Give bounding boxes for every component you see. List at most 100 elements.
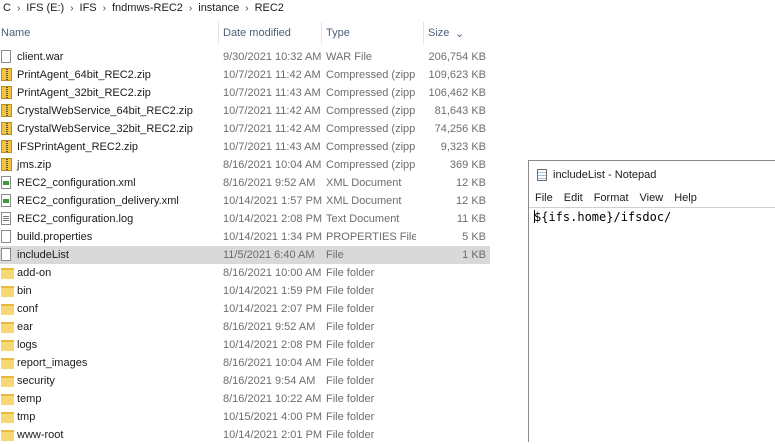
chevron-right-icon[interactable]: › bbox=[100, 3, 109, 14]
file-date-modified: 10/14/2021 1:34 PM bbox=[223, 231, 323, 243]
folder-row[interactable]: www-root 10/14/2021 2:01 PM File folder bbox=[0, 426, 490, 444]
file-row[interactable]: build.properties 10/14/2021 1:34 PM PROPER… bbox=[0, 228, 490, 246]
file-name: REC2_configuration.log bbox=[17, 213, 134, 225]
breadcrumb-item[interactable]: fndmws-REC2 bbox=[109, 2, 186, 14]
column-size[interactable]: Size bbox=[428, 27, 449, 39]
file-name: PrintAgent_64bit_REC2.zip bbox=[17, 69, 151, 81]
menu-format[interactable]: Format bbox=[594, 192, 629, 204]
file-row[interactable]: IFSPrintAgent_REC2.zip 10/7/2021 11:43 AM… bbox=[0, 138, 490, 156]
column-date-modified[interactable]: Date modified bbox=[223, 27, 291, 39]
folder-icon bbox=[1, 430, 14, 441]
file-date-modified: 10/14/2021 1:57 PM bbox=[223, 195, 323, 207]
menu-file[interactable]: File bbox=[535, 192, 553, 204]
file-icon bbox=[1, 230, 11, 243]
menu-edit[interactable]: Edit bbox=[564, 192, 583, 204]
file-date-modified: 10/7/2021 11:42 AM bbox=[223, 123, 321, 135]
file-size: 5 KB bbox=[462, 231, 486, 243]
column-divider[interactable] bbox=[218, 22, 219, 44]
breadcrumb-item[interactable]: IFS (E:) bbox=[23, 2, 67, 14]
menu-help[interactable]: Help bbox=[674, 192, 697, 204]
file-row[interactable]: REC2_configuration.xml 8/16/2021 9:52 AM X… bbox=[0, 174, 490, 192]
file-date-modified: 10/14/2021 2:07 PM bbox=[223, 303, 323, 315]
file-type: WAR File bbox=[326, 51, 373, 63]
file-name: conf bbox=[17, 303, 38, 315]
file-name: ear bbox=[17, 321, 33, 333]
folder-icon bbox=[1, 358, 14, 369]
folder-row[interactable]: logs 10/14/2021 2:08 PM File folder bbox=[0, 336, 490, 354]
file-type: Text Document bbox=[326, 213, 400, 225]
file-date-modified: 8/16/2021 9:52 AM bbox=[223, 177, 316, 189]
file-date-modified: 8/16/2021 10:04 AM bbox=[223, 357, 322, 369]
notepad-title-bar[interactable]: includeList - Notepad bbox=[529, 161, 775, 189]
file-type: File folder bbox=[326, 393, 375, 405]
folder-icon bbox=[1, 268, 14, 279]
file-type: XML Document bbox=[326, 177, 402, 189]
file-row[interactable]: REC2_configuration.log 10/14/2021 2:08 PM… bbox=[0, 210, 490, 228]
folder-row[interactable]: report_images 8/16/2021 10:04 AM File fold… bbox=[0, 354, 490, 372]
file-name: build.properties bbox=[17, 231, 93, 243]
zip-icon bbox=[1, 104, 12, 117]
file-name: PrintAgent_32bit_REC2.zip bbox=[17, 87, 151, 99]
file-name: bin bbox=[17, 285, 32, 297]
file-type: File bbox=[326, 249, 344, 261]
folder-row[interactable]: ear 8/16/2021 9:52 AM File folder bbox=[0, 318, 490, 336]
breadcrumb-item[interactable]: instance bbox=[195, 2, 242, 14]
column-type[interactable]: Type bbox=[326, 27, 350, 39]
file-name: client.war bbox=[17, 51, 64, 63]
file-size: 9,323 KB bbox=[440, 141, 486, 153]
xml-icon bbox=[1, 176, 11, 189]
folder-row[interactable]: temp 8/16/2021 10:22 AM File folder bbox=[0, 390, 490, 408]
zip-icon bbox=[1, 86, 12, 99]
breadcrumb-item[interactable]: REC2 bbox=[252, 2, 287, 14]
file-row[interactable]: CrystalWebService_64bit_REC2.zip 10/7/202… bbox=[0, 102, 490, 120]
file-size: 106,462 KB bbox=[428, 87, 487, 99]
notepad-text-area[interactable]: ${ifs.home}/ifsdoc/ bbox=[529, 207, 775, 442]
folder-row[interactable]: conf 10/14/2021 2:07 PM File folder bbox=[0, 300, 490, 318]
file-row[interactable]: PrintAgent_32bit_REC2.zip 10/7/2021 11:43… bbox=[0, 84, 490, 102]
file-row[interactable]: client.war 9/30/2021 10:32 AM WAR File 206,… bbox=[0, 48, 490, 66]
folder-row[interactable]: add-on 8/16/2021 10:00 AM File folder bbox=[0, 264, 490, 282]
file-date-modified: 9/30/2021 10:32 AM bbox=[223, 51, 322, 63]
file-row[interactable]: jms.zip 8/16/2021 10:04 AM Compressed (zip… bbox=[0, 156, 490, 174]
file-type: File folder bbox=[326, 321, 375, 333]
file-type: File folder bbox=[326, 375, 375, 387]
file-type: File folder bbox=[326, 303, 375, 315]
chevron-right-icon[interactable]: › bbox=[186, 3, 195, 14]
file-size: 369 KB bbox=[449, 159, 486, 171]
folder-row[interactable]: bin 10/14/2021 1:59 PM File folder bbox=[0, 282, 490, 300]
file-type: Compressed (zipp... bbox=[326, 141, 416, 153]
log-icon bbox=[1, 212, 11, 225]
chevron-right-icon[interactable]: › bbox=[14, 3, 23, 14]
file-row[interactable]: PrintAgent_64bit_REC2.zip 10/7/2021 11:42… bbox=[0, 66, 490, 84]
sort-chevron-icon: ⌄ bbox=[455, 28, 465, 40]
file-date-modified: 8/16/2021 9:54 AM bbox=[223, 375, 316, 387]
column-divider[interactable] bbox=[321, 22, 322, 44]
breadcrumb-item[interactable]: C bbox=[0, 2, 14, 14]
column-header: Name Date modified Type Size ⌄ bbox=[0, 22, 490, 44]
menu-view[interactable]: View bbox=[640, 192, 664, 204]
column-divider[interactable] bbox=[423, 22, 424, 44]
chevron-right-icon[interactable]: › bbox=[242, 3, 251, 14]
notepad-menu-bar: File Edit Format View Help bbox=[529, 189, 775, 207]
file-date-modified: 10/7/2021 11:42 AM bbox=[223, 105, 321, 117]
folder-row[interactable]: security 8/16/2021 9:54 AM File folder bbox=[0, 372, 490, 390]
file-row[interactable]: CrystalWebService_32bit_REC2.zip 10/7/202… bbox=[0, 120, 490, 138]
column-name[interactable]: Name bbox=[1, 27, 30, 39]
file-size: 74,256 KB bbox=[434, 123, 486, 135]
file-size: 81,643 KB bbox=[434, 105, 486, 117]
breadcrumb[interactable]: C › IFS (E:) › IFS › fndmws-REC2 › instance › REC2 bbox=[0, 0, 520, 16]
file-type: Compressed (zipp... bbox=[326, 105, 416, 117]
file-row[interactable]: includeList 11/5/2021 6:40 AM File 1 KB bbox=[0, 246, 490, 264]
folder-row[interactable]: tmp 10/15/2021 4:00 PM File folder bbox=[0, 408, 490, 426]
chevron-right-icon[interactable]: › bbox=[67, 3, 76, 14]
zip-icon bbox=[1, 68, 12, 81]
file-icon bbox=[1, 50, 11, 63]
notepad-window: includeList - Notepad File Edit Format View… bbox=[528, 160, 775, 442]
breadcrumb-item[interactable]: IFS bbox=[77, 2, 100, 14]
file-list: client.war 9/30/2021 10:32 AM WAR File 206,… bbox=[0, 48, 490, 444]
file-type: File folder bbox=[326, 429, 375, 441]
file-row[interactable]: REC2_configuration_delivery.xml 10/14/202… bbox=[0, 192, 490, 210]
notepad-content: ${ifs.home}/ifsdoc/ bbox=[534, 210, 672, 224]
file-date-modified: 10/7/2021 11:42 AM bbox=[223, 69, 321, 81]
folder-icon bbox=[1, 394, 14, 405]
